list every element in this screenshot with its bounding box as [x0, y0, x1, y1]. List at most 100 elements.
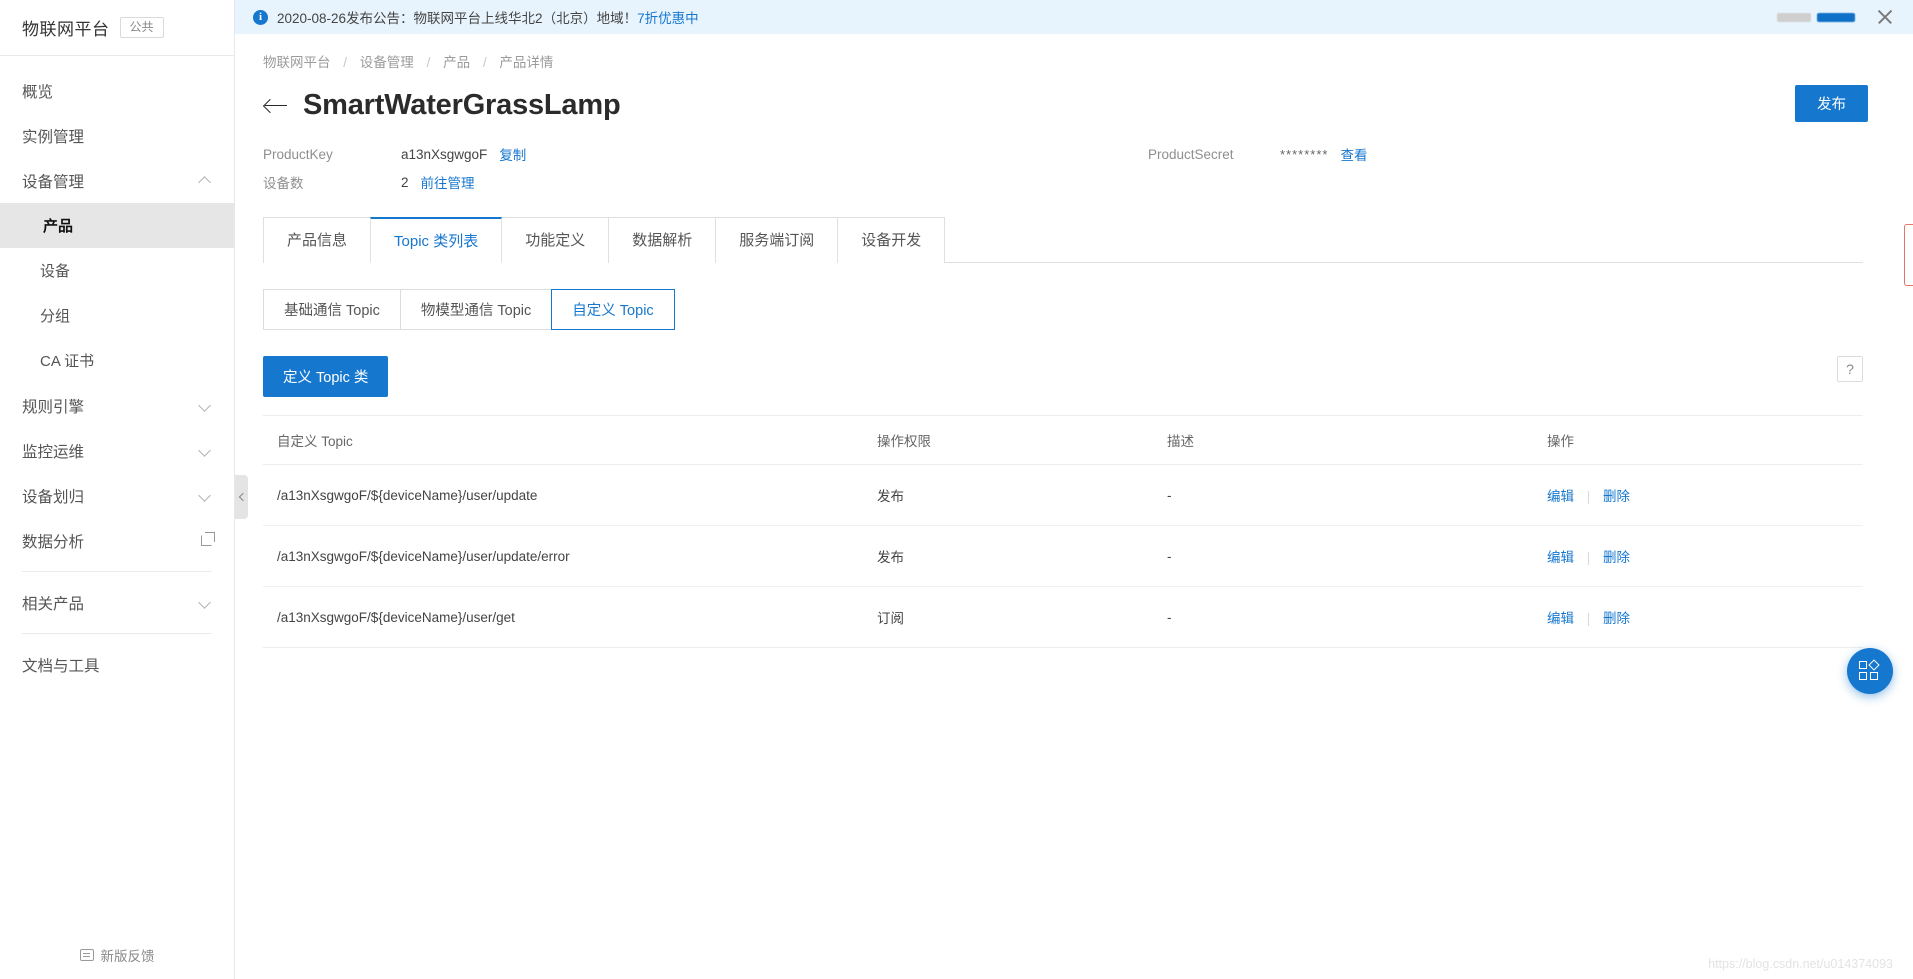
breadcrumb-separator: / [343, 55, 348, 70]
column-header-permission: 操作权限 [863, 415, 1153, 465]
sidebar-item-related-products[interactable]: 相关产品 [0, 580, 234, 625]
breadcrumb-separator: / [482, 55, 487, 70]
topic-action-bar: 定义 Topic 类 ? [263, 356, 1863, 397]
go-to-device-management-link[interactable]: 前往管理 [421, 172, 475, 192]
sidebar-item-label: 实例管理 [22, 128, 85, 146]
right-edge-panel-handle[interactable] [1904, 224, 1913, 286]
feedback-icon [79, 949, 94, 961]
column-header-operations: 操作 [1533, 415, 1863, 465]
product-secret-label: ProductSecret [1148, 146, 1234, 162]
sidebar-item-label: 设备划归 [22, 488, 85, 506]
breadcrumb-item-1[interactable]: 设备管理 [360, 55, 414, 70]
copy-product-key-link[interactable]: 复制 [499, 144, 526, 164]
sidebar-item-group[interactable]: 分组 [0, 293, 234, 338]
cell-description: - [1153, 464, 1533, 526]
edit-link[interactable]: 编辑 [1547, 550, 1574, 565]
sidebar-item-label: CA 证书 [40, 353, 95, 370]
cell-operations: 编辑 | 删除 [1533, 525, 1863, 587]
table-header-row: 自定义 Topic 操作权限 描述 操作 [263, 415, 1863, 465]
sidebar-item-product[interactable]: 产品 [0, 203, 234, 248]
sidebar-item-label: 产品 [43, 218, 74, 235]
breadcrumb-item-0[interactable]: 物联网平台 [263, 55, 331, 70]
subtab-basic-communication-topic[interactable]: 基础通信 Topic [263, 289, 401, 330]
info-icon: i [253, 9, 268, 25]
custom-topic-table: 自定义 Topic 操作权限 描述 操作 /a13nXsgwgoF/${devi… [263, 415, 1863, 648]
cell-operations: 编辑 | 删除 [1533, 464, 1863, 526]
view-product-secret-link[interactable]: 查看 [1340, 144, 1367, 164]
define-topic-class-button[interactable]: 定义 Topic 类 [263, 356, 389, 397]
cell-topic: /a13nXsgwgoF/${deviceName}/user/get [263, 586, 863, 648]
sidebar-item-rule-engine[interactable]: 规则引擎 [0, 383, 234, 428]
sidebar-item-label: 分组 [40, 308, 71, 325]
product-secret-row: ProductSecret ******** 查看 [1148, 140, 1367, 168]
watermark: https://blog.csdn.net/u014374093 [1708, 957, 1893, 971]
edit-link[interactable]: 编辑 [1547, 489, 1574, 504]
subtab-thing-model-communication-topic[interactable]: 物模型通信 Topic [399, 289, 553, 330]
product-key-row: ProductKey a13nXsgwgoF 复制 [263, 140, 1913, 168]
main-content: 物联网平台 / 设备管理 / 产品 / 产品详情 SmartWaterGrass… [235, 34, 1913, 979]
new-version-feedback-button[interactable]: 新版反馈 [0, 945, 234, 965]
edit-link[interactable]: 编辑 [1547, 611, 1574, 626]
sidebar-item-device-assignment[interactable]: 设备划归 [0, 473, 234, 518]
cell-permission: 订阅 [863, 586, 1153, 648]
page-title: SmartWaterGrassLamp [303, 89, 621, 121]
sidebar-item-label: 设备管理 [22, 173, 85, 191]
page-header: SmartWaterGrassLamp 发布 [235, 71, 1913, 122]
operations-divider: | [1586, 550, 1591, 565]
delete-link[interactable]: 删除 [1603, 611, 1630, 626]
cell-topic: /a13nXsgwgoF/${deviceName}/user/update [263, 464, 863, 526]
delete-link[interactable]: 删除 [1603, 550, 1630, 565]
product-meta: ProductKey a13nXsgwgoF 复制 设备数 2 前往管理 Pro… [263, 140, 1913, 196]
column-header-description: 描述 [1153, 415, 1533, 465]
breadcrumb-item-2[interactable]: 产品 [443, 55, 470, 70]
sidebar-item-monitoring-ops[interactable]: 监控运维 [0, 428, 234, 473]
sidebar-item-device-management[interactable]: 设备管理 [0, 158, 234, 203]
publish-button[interactable]: 发布 [1795, 85, 1868, 122]
tab-server-subscription[interactable]: 服务端订阅 [715, 217, 839, 263]
sidebar-item-instance-management[interactable]: 实例管理 [0, 113, 234, 158]
tab-product-info[interactable]: 产品信息 [263, 217, 372, 263]
announcement-primary-action-placeholder[interactable] [1817, 12, 1855, 22]
sidebar-divider [22, 571, 212, 572]
announcement-action-placeholder[interactable] [1777, 12, 1811, 22]
cell-permission: 发布 [863, 464, 1153, 526]
sidebar-item-label: 监控运维 [22, 443, 85, 461]
operations-divider: | [1586, 489, 1591, 504]
product-secret-value: ******** [1280, 146, 1329, 162]
sidebar-item-label: 概览 [22, 83, 54, 101]
announcement-text: 2020-08-26发布公告：物联网平台上线华北2（北京）地域！ [277, 11, 638, 26]
device-count-value: 2 [401, 174, 409, 190]
chevron-down-icon [199, 489, 212, 502]
tab-device-development[interactable]: 设备开发 [837, 217, 946, 263]
cell-description: - [1153, 525, 1533, 587]
table-row: /a13nXsgwgoF/${deviceName}/user/update 发… [263, 464, 1863, 526]
tab-topic-list[interactable]: Topic 类列表 [370, 217, 503, 263]
app-launcher-button[interactable] [1847, 648, 1893, 694]
close-icon[interactable] [1875, 7, 1895, 27]
sidebar-item-ca-certificate[interactable]: CA 证书 [0, 338, 234, 383]
tab-data-parsing[interactable]: 数据解析 [608, 217, 717, 263]
sidebar-collapse-handle[interactable] [235, 475, 248, 519]
sidebar-divider [22, 633, 212, 634]
sidebar-item-data-analysis[interactable]: 数据分析 [0, 518, 234, 563]
brand-name: 物联网平台 [22, 20, 110, 39]
announcement-link[interactable]: 7折优惠中 [637, 7, 699, 27]
device-count-row: 设备数 2 前往管理 [263, 168, 1913, 196]
table-header: 自定义 Topic 操作权限 描述 操作 [263, 415, 1863, 465]
table-body: /a13nXsgwgoF/${deviceName}/user/update 发… [263, 464, 1863, 648]
back-arrow-icon[interactable] [263, 93, 289, 119]
sidebar-item-overview[interactable]: 概览 [0, 68, 234, 113]
subtab-custom-topic[interactable]: 自定义 Topic [551, 289, 675, 330]
sidebar-item-docs-tools[interactable]: 文档与工具 [0, 642, 234, 687]
breadcrumb-item-3: 产品详情 [499, 55, 554, 70]
cell-permission: 发布 [863, 525, 1153, 587]
help-icon[interactable]: ? [1837, 356, 1863, 382]
sidebar-item-label: 规则引擎 [22, 398, 85, 416]
operations-divider: | [1586, 611, 1591, 626]
sidebar-item-device[interactable]: 设备 [0, 248, 234, 293]
chevron-down-icon [199, 399, 212, 412]
cell-topic: /a13nXsgwgoF/${deviceName}/user/update/e… [263, 525, 863, 587]
external-link-icon [201, 532, 215, 546]
tab-function-definition[interactable]: 功能定义 [501, 217, 610, 263]
delete-link[interactable]: 删除 [1603, 489, 1630, 504]
